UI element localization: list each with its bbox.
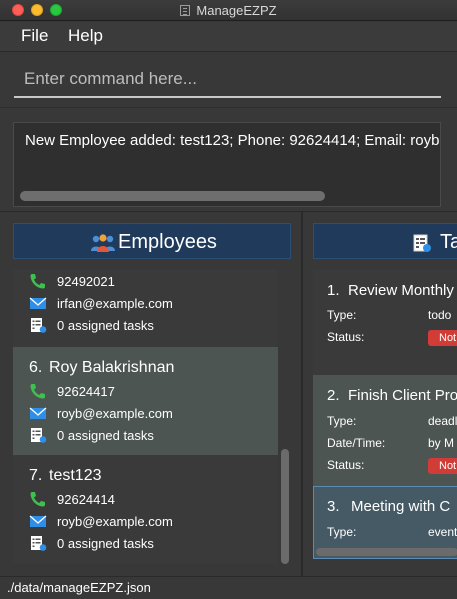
window-title-wrap: ManageEZPZ [0,3,457,18]
employee-email: irfan@example.com [57,296,173,311]
task-title: Review Monthly [348,282,454,299]
employee-phone: 92624417 [57,384,115,399]
command-box [0,52,457,107]
task-status-label: Status: [327,330,365,344]
task-date-value: by M [428,436,455,450]
result-display: New Employee added: test123; Phone: 9262… [13,122,441,207]
employee-email: royb@example.com [57,514,173,529]
tasks-panel-title: Tasks [440,231,457,253]
task-list[interactable]: 1. Review Monthly Type: todo Status: Not… [313,269,457,559]
employee-phone: 92624414 [57,492,115,507]
employee-list-scrollbar[interactable] [281,449,289,564]
task-type-label: Type: [327,525,357,539]
menu-help[interactable]: Help [68,26,103,46]
phone-icon [30,274,45,289]
employees-panel-header: Employees [13,223,291,259]
task-type-label: Type: [327,308,357,322]
data-file-path: ./data/manageEZPZ.json [7,580,151,595]
employee-card-selected[interactable]: 6. Roy Balakrishnan 92624417 royb@exampl… [13,347,278,455]
mail-icon [29,297,47,309]
task-index: 3. [327,498,340,515]
employee-card[interactable]: 7. test123 92624414 royb@example.com 0 a… [13,455,278,564]
employees-panel-title: Employees [118,231,217,253]
task-list-icon [31,318,47,333]
employee-task-count: 0 assigned tasks [57,428,154,443]
command-input[interactable] [14,62,441,98]
menu-file[interactable]: File [21,26,48,46]
title-bar: ManageEZPZ [0,0,457,21]
menu-bar: File Help [0,22,457,52]
phone-icon [30,384,45,399]
app-document-icon [180,5,191,16]
list-panes: Employees Tasks 92492021 [0,211,457,577]
task-list-icon [413,234,431,252]
employee-phone: 92492021 [57,274,115,289]
employee-index: 6. [29,359,43,376]
task-list-horizontal-scrollbar[interactable] [316,548,457,556]
employee-index: 7. [29,467,43,484]
employee-email: royb@example.com [57,406,173,421]
tasks-panel-header: Tasks [313,223,457,259]
status-bar: ./data/manageEZPZ.json [0,576,457,599]
task-date-label: Date/Time: [327,436,386,450]
mail-icon [29,407,47,419]
result-message: New Employee added: test123; Phone: 9262… [25,132,440,149]
task-type-value: deadline [428,414,457,428]
task-index: 1. [327,282,340,299]
window-title: ManageEZPZ [196,3,277,18]
split-pane-divider[interactable] [301,212,303,577]
task-list-icon [31,536,47,551]
mail-icon [29,515,47,527]
task-index: 2. [327,387,340,404]
result-display-area: New Employee added: test123; Phone: 9262… [0,107,457,211]
app-window: ManageEZPZ File Help New Employee added:… [0,0,457,599]
employee-task-count: 0 assigned tasks [57,536,154,551]
people-icon [91,234,115,252]
employee-list[interactable]: 92492021 irfan@example.com 0 assigned ta… [13,269,278,564]
employee-task-count: 0 assigned tasks [57,318,154,333]
task-status-badge: Not Done [428,330,457,346]
employee-card[interactable]: 92492021 irfan@example.com 0 assigned ta… [13,269,278,347]
task-card-selected[interactable]: 2. Finish Client Pro Type: deadline Date… [313,375,457,486]
task-title: Finish Client Pro [348,387,457,404]
task-card[interactable]: 1. Review Monthly Type: todo Status: Not… [313,269,457,375]
result-horizontal-scrollbar[interactable] [20,191,325,201]
phone-icon [30,492,45,507]
task-title: Meeting with C [351,498,451,515]
employee-name: Roy Balakrishnan [49,359,175,376]
employee-name: test123 [49,467,102,484]
task-list-icon [31,428,47,443]
task-type-value: event [428,525,457,539]
task-type-value: todo [428,308,452,322]
task-status-badge: Not Done [428,458,457,474]
task-status-label: Status: [327,458,365,472]
task-type-label: Type: [327,414,357,428]
